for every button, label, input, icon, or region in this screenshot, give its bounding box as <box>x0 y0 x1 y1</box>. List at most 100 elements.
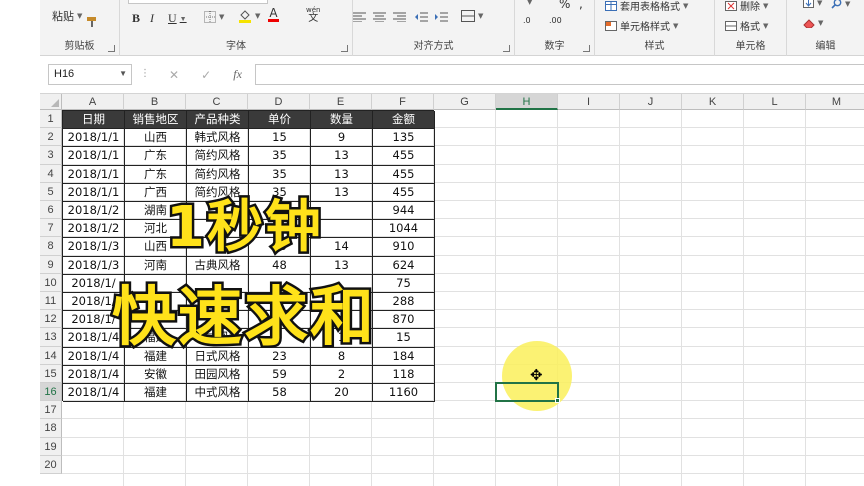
formula-bar-splitter[interactable]: ⋮ <box>140 68 150 79</box>
table-cell[interactable]: 2018/1/3 <box>63 238 125 257</box>
fill-button[interactable]: ▼ <box>803 0 822 8</box>
column-header-l[interactable]: L <box>744 94 806 110</box>
table-cell[interactable]: 简约风格 <box>187 147 249 166</box>
table-cell[interactable]: 2018/1/1 <box>63 147 125 166</box>
table-cell[interactable]: 广东 <box>125 165 187 184</box>
column-header-b[interactable]: B <box>124 94 186 110</box>
row-header-20[interactable]: 20 <box>40 455 62 474</box>
table-cell[interactable]: 944 <box>373 202 435 221</box>
row-header-16[interactable]: 16 <box>40 383 62 402</box>
name-box[interactable]: H16 ▼ <box>48 64 132 85</box>
row-header-3[interactable]: 3 <box>40 146 62 165</box>
percent-style-button[interactable]: % <box>559 0 570 11</box>
table-header-cell[interactable]: 金额 <box>373 111 435 130</box>
fill-color-button[interactable]: ▼ <box>238 9 260 23</box>
row-header-8[interactable]: 8 <box>40 237 62 256</box>
row-header-15[interactable]: 15 <box>40 364 62 383</box>
confirm-entry-icon[interactable]: ✓ <box>201 68 211 82</box>
table-cell[interactable]: 2018/1/3 <box>63 256 125 275</box>
table-cell[interactable]: 15 <box>249 129 311 148</box>
formula-input[interactable] <box>255 64 864 85</box>
row-header-7[interactable]: 7 <box>40 219 62 238</box>
table-cell[interactable]: 9 <box>311 129 373 148</box>
table-cell[interactable]: 安徽 <box>125 365 187 384</box>
table-cell[interactable]: 13 <box>311 147 373 166</box>
table-cell[interactable]: 58 <box>249 384 311 403</box>
table-cell[interactable]: 13 <box>311 165 373 184</box>
row-header-10[interactable]: 10 <box>40 273 62 292</box>
column-header-j[interactable]: J <box>620 94 682 110</box>
align-center-button[interactable] <box>373 12 386 22</box>
table-cell[interactable]: 624 <box>373 256 435 275</box>
table-cell[interactable]: 田园风格 <box>187 365 249 384</box>
row-header-13[interactable]: 13 <box>40 328 62 347</box>
comma-style-button[interactable]: , <box>579 0 583 11</box>
row-header-19[interactable]: 19 <box>40 437 62 456</box>
font-name-select[interactable] <box>128 0 268 4</box>
row-header-6[interactable]: 6 <box>40 201 62 220</box>
column-header-a[interactable]: A <box>62 94 124 110</box>
delete-cells-button[interactable]: 删除 ▼ <box>725 0 768 13</box>
column-header-m[interactable]: M <box>806 94 864 110</box>
column-header-i[interactable]: I <box>558 94 620 110</box>
increase-decimal-button[interactable]: .0 <box>523 16 531 25</box>
format-cells-button[interactable]: 格式 ▼ <box>725 18 768 33</box>
table-cell[interactable]: 455 <box>373 147 435 166</box>
table-cell[interactable]: 2018/1/4 <box>63 365 125 384</box>
row-header-17[interactable]: 17 <box>40 401 62 420</box>
table-cell[interactable]: 870 <box>373 311 435 330</box>
table-cell[interactable]: 455 <box>373 183 435 202</box>
dialog-launcher-icon[interactable] <box>503 45 510 52</box>
table-cell[interactable]: 184 <box>373 347 435 366</box>
row-header-14[interactable]: 14 <box>40 346 62 365</box>
borders-button[interactable]: ▼ <box>204 11 224 23</box>
table-header-cell[interactable]: 日期 <box>63 111 125 130</box>
select-all-button[interactable] <box>40 94 62 110</box>
table-cell[interactable]: 2018/1/1 <box>63 183 125 202</box>
table-header-cell[interactable]: 数量 <box>311 111 373 130</box>
chevron-down-icon[interactable]: ▼ <box>119 69 127 78</box>
table-cell[interactable]: 2018/1/1 <box>63 165 125 184</box>
table-cell[interactable]: 35 <box>249 165 311 184</box>
table-cell[interactable]: 15 <box>373 329 435 348</box>
cell-styles-button[interactable]: 单元格样式 ▼ <box>605 18 678 33</box>
table-cell[interactable]: 910 <box>373 238 435 257</box>
column-header-g[interactable]: G <box>434 94 496 110</box>
align-right-button[interactable] <box>393 12 406 22</box>
cancel-entry-icon[interactable]: ✕ <box>169 68 179 82</box>
row-header-18[interactable]: 18 <box>40 419 62 438</box>
row-header-12[interactable]: 12 <box>40 310 62 329</box>
table-cell[interactable]: 福建 <box>125 384 187 403</box>
decrease-indent-button[interactable] <box>415 12 428 22</box>
align-left-button[interactable] <box>353 12 366 22</box>
font-color-button[interactable]: A <box>268 7 279 22</box>
table-header-cell[interactable]: 单价 <box>249 111 311 130</box>
table-cell[interactable]: 2 <box>311 365 373 384</box>
table-cell[interactable]: 59 <box>249 365 311 384</box>
column-header-k[interactable]: K <box>682 94 744 110</box>
row-header-2[interactable]: 2 <box>40 128 62 147</box>
phonetic-guide-button[interactable]: wén 文 <box>306 7 320 24</box>
table-cell[interactable]: 2018/1/2 <box>63 202 125 221</box>
table-cell[interactable]: 135 <box>373 129 435 148</box>
table-cell[interactable]: 20 <box>311 384 373 403</box>
find-select-button[interactable]: ▼ <box>831 0 850 9</box>
insert-function-icon[interactable]: fx <box>233 67 242 82</box>
merge-center-button[interactable]: ▼ <box>461 10 483 22</box>
column-header-d[interactable]: D <box>248 94 310 110</box>
accounting-format-button[interactable]: ▼ <box>527 0 532 6</box>
column-header-c[interactable]: C <box>186 94 248 110</box>
format-painter-button[interactable] <box>86 16 98 28</box>
table-cell[interactable]: 2018/1/4 <box>63 384 125 403</box>
table-cell[interactable]: 山西 <box>125 129 187 148</box>
table-header-cell[interactable]: 销售地区 <box>125 111 187 130</box>
table-cell[interactable]: 简约风格 <box>187 165 249 184</box>
table-cell[interactable]: 2018/1/2 <box>63 220 125 239</box>
paste-button[interactable]: 粘贴 ▼ <box>52 8 82 24</box>
table-cell[interactable]: 118 <box>373 365 435 384</box>
row-header-9[interactable]: 9 <box>40 255 62 274</box>
row-header-5[interactable]: 5 <box>40 182 62 201</box>
underline-button[interactable]: U ▼ <box>168 11 187 26</box>
dialog-launcher-icon[interactable] <box>108 45 115 52</box>
table-cell[interactable]: 288 <box>373 293 435 312</box>
